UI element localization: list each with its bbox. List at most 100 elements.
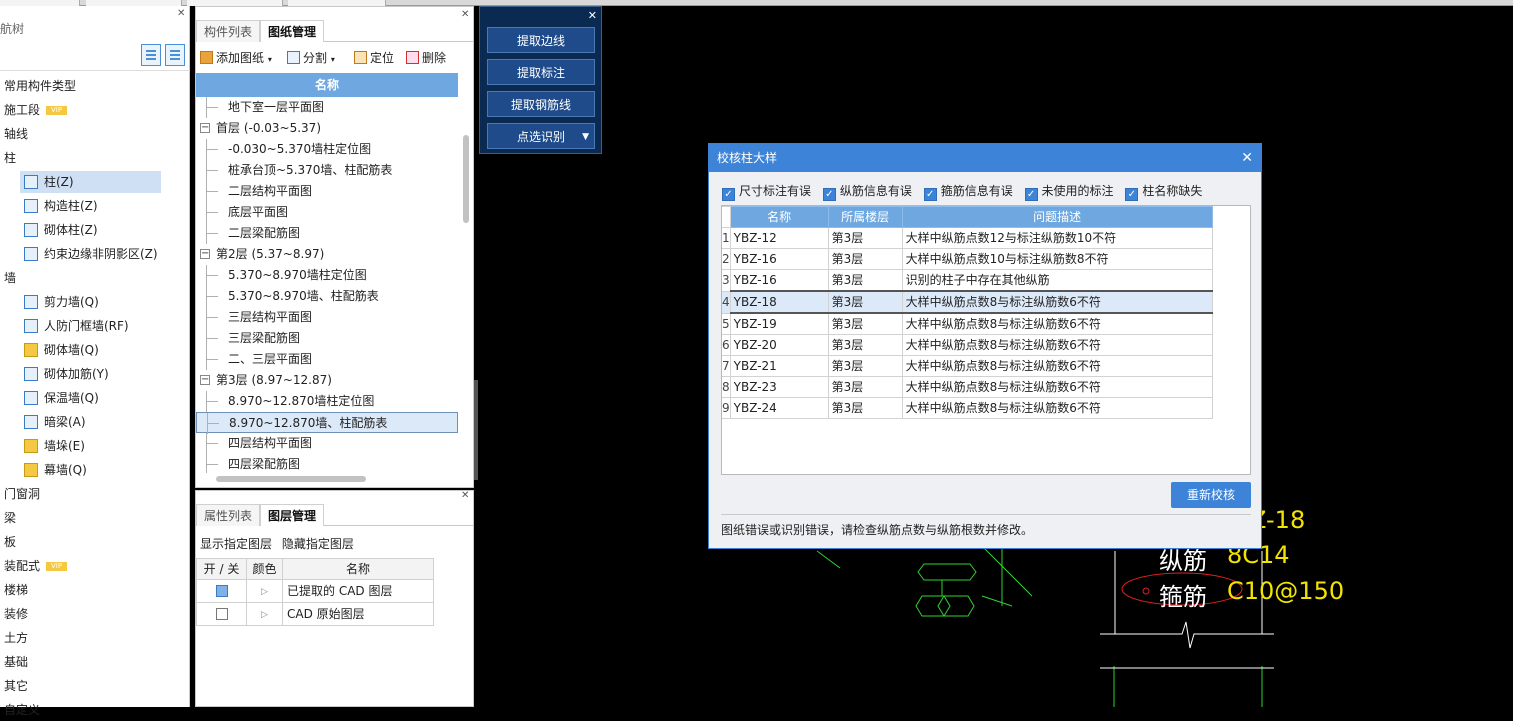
- nav-sub-masonry-wall[interactable]: 砌体墙(Q): [20, 339, 161, 361]
- list-view-icon[interactable]: [141, 44, 161, 66]
- collapse-icon[interactable]: −: [200, 123, 210, 133]
- problem-row[interactable]: 9 YBZ-24 第3层 大样中纵筋点数8与标注纵筋数6不符: [722, 397, 1213, 419]
- nav-sub-column[interactable]: 柱(Z): [20, 171, 161, 193]
- tree-item-drawing[interactable]: 地下室一层平面图: [196, 97, 458, 118]
- nav-item-axis[interactable]: 轴线: [4, 123, 28, 145]
- nav-item-decoration[interactable]: 装修: [4, 603, 28, 625]
- split-button[interactable]: 分割 ▾: [287, 49, 335, 67]
- checkbox-checked-icon[interactable]: ✓: [722, 188, 735, 201]
- tree-group-floor[interactable]: − 第3层 (8.97~12.87): [196, 370, 458, 391]
- hide-layer-button[interactable]: 隐藏指定图层: [282, 537, 354, 551]
- filter-unused-annotation[interactable]: ✓ 未使用的标注: [1024, 182, 1114, 201]
- extract-annotation-button[interactable]: 提取标注: [487, 59, 595, 85]
- nav-item-column[interactable]: 柱: [4, 147, 16, 169]
- close-icon[interactable]: ✕: [177, 9, 185, 19]
- filter-longitudinal-error[interactable]: ✓ 纵筋信息有误: [822, 182, 912, 201]
- problem-row[interactable]: 7 YBZ-21 第3层 大样中纵筋点数8与标注纵筋数6不符: [722, 355, 1213, 377]
- filter-missing-name[interactable]: ✓ 柱名称缺失: [1125, 182, 1202, 201]
- tree-item-drawing[interactable]: 5.370~8.970墙柱定位图: [196, 265, 458, 286]
- layer-row[interactable]: ▷ CAD 原始图层: [196, 602, 434, 626]
- nav-item-construction-section[interactable]: 施工段 VIP: [4, 99, 68, 121]
- layer-toggle-checkbox[interactable]: [215, 608, 228, 620]
- nav-item-slab[interactable]: 板: [4, 531, 16, 553]
- tree-item-drawing[interactable]: 二层结构平面图: [196, 181, 458, 202]
- vertical-scrollbar[interactable]: [463, 135, 469, 223]
- header-floor[interactable]: 所属楼层: [827, 206, 903, 228]
- tab-component-list[interactable]: 构件列表: [196, 20, 261, 42]
- tree-item-drawing[interactable]: 三层结构平面图: [196, 307, 458, 328]
- nav-item-wall[interactable]: 墙: [4, 267, 16, 289]
- collapse-icon[interactable]: −: [200, 249, 210, 259]
- nav-item-foundation[interactable]: 基础: [4, 651, 28, 673]
- nav-sub-structural-column[interactable]: 构造柱(Z): [20, 195, 161, 217]
- nav-sub-door-frame-wall[interactable]: 人防门框墙(RF): [20, 315, 161, 337]
- expand-triangle-icon[interactable]: ▷: [261, 587, 268, 597]
- nav-item-other[interactable]: 其它: [4, 675, 28, 697]
- extract-rebar-line-button[interactable]: 提取钢筋线: [487, 91, 595, 117]
- tree-item-drawing[interactable]: 底层平面图: [196, 202, 458, 223]
- nav-item-prefab[interactable]: 装配式 VIP: [4, 555, 68, 577]
- detail-view-icon[interactable]: [165, 44, 185, 66]
- checkbox-checked-icon[interactable]: ✓: [923, 188, 937, 201]
- nav-item-common-types[interactable]: 常用构件类型: [4, 75, 76, 97]
- tree-item-drawing[interactable]: 桩承台顶~5.370墙、柱配筋表: [196, 160, 458, 181]
- close-icon[interactable]: ✕: [461, 491, 469, 501]
- tree-item-drawing[interactable]: 二、三层平面图: [196, 349, 458, 370]
- tree-item-drawing[interactable]: 四层梁配筋图: [196, 454, 458, 473]
- add-drawing-button[interactable]: 添加图纸 ▾: [200, 49, 272, 67]
- nav-sub-shear-wall[interactable]: 剪力墙(Q): [20, 291, 161, 313]
- problem-row[interactable]: 3 YBZ-16 第3层 识别的柱子中存在其他纵筋: [722, 269, 1213, 292]
- tab-property-list[interactable]: 属性列表: [196, 504, 261, 526]
- nav-sub-edge-zone[interactable]: 约束边缘非阴影区(Z): [20, 243, 190, 265]
- layer-toggle-checkbox[interactable]: [215, 585, 228, 597]
- layer-row[interactable]: ▷ 已提取的 CAD 图层: [196, 579, 434, 603]
- tree-item-drawing[interactable]: 8.970~12.870墙柱定位图: [196, 391, 458, 412]
- close-icon[interactable]: ✕: [1241, 144, 1253, 172]
- nav-sub-hidden-beam[interactable]: 暗梁(A): [20, 411, 161, 433]
- tree-item-drawing[interactable]: 四层结构平面图: [196, 433, 458, 454]
- delete-button[interactable]: 删除: [406, 49, 446, 67]
- close-icon[interactable]: ✕: [461, 10, 469, 20]
- expand-triangle-icon[interactable]: ▷: [261, 610, 268, 620]
- extract-edge-button[interactable]: 提取边线: [487, 27, 595, 53]
- nav-item-beam[interactable]: 梁: [4, 507, 16, 529]
- tree-item-drawing[interactable]: 8.970~12.870墙、柱配筋表: [196, 412, 458, 434]
- nav-item-stairs[interactable]: 楼梯: [4, 579, 28, 601]
- collapse-icon[interactable]: −: [200, 375, 210, 385]
- horizontal-scrollbar[interactable]: [216, 476, 366, 482]
- tree-group-floor[interactable]: − 首层 (-0.03~5.37): [196, 118, 458, 139]
- tree-group-floor[interactable]: − 第2层 (5.37~8.97): [196, 244, 458, 265]
- panel-splitter[interactable]: [474, 380, 478, 480]
- problem-row[interactable]: 1 YBZ-12 第3层 大样中纵筋点数12与标注纵筋数10不符: [722, 227, 1213, 249]
- close-icon[interactable]: ✕: [588, 9, 597, 22]
- locate-button[interactable]: 定位: [354, 49, 394, 67]
- show-layer-button[interactable]: 显示指定图层: [200, 537, 272, 551]
- header-name[interactable]: 名称: [729, 206, 829, 228]
- nav-sub-curtain-wall[interactable]: 幕墙(Q): [20, 459, 161, 481]
- problem-row[interactable]: 8 YBZ-23 第3层 大样中纵筋点数8与标注纵筋数6不符: [722, 376, 1213, 398]
- problem-row[interactable]: 5 YBZ-19 第3层 大样中纵筋点数8与标注纵筋数6不符: [722, 312, 1213, 335]
- checkbox-checked-icon[interactable]: ✓: [1125, 188, 1139, 201]
- problem-row[interactable]: 6 YBZ-20 第3层 大样中纵筋点数8与标注纵筋数6不符: [722, 334, 1213, 356]
- filter-dimension-error[interactable]: ✓ 尺寸标注有误: [722, 182, 811, 201]
- point-recognize-button[interactable]: 点选识别 ▼: [487, 123, 595, 149]
- nav-item-earthwork[interactable]: 土方: [4, 627, 28, 649]
- tab-layer-management[interactable]: 图层管理: [260, 504, 325, 526]
- nav-sub-masonry-rebar[interactable]: 砌体加筋(Y): [20, 363, 161, 385]
- tree-item-drawing[interactable]: 5.370~8.970墙、柱配筋表: [196, 286, 458, 307]
- checkbox-checked-icon[interactable]: ✓: [822, 188, 836, 201]
- nav-sub-insulation-wall[interactable]: 保温墙(Q): [20, 387, 161, 409]
- nav-sub-wall-pier[interactable]: 墙垛(E): [20, 435, 161, 457]
- checkbox-checked-icon[interactable]: ✓: [1024, 188, 1038, 201]
- filter-stirrup-error[interactable]: ✓ 箍筋信息有误: [923, 182, 1013, 201]
- dialog-title-bar[interactable]: 校核柱大样 ✕: [709, 144, 1261, 172]
- tree-item-drawing[interactable]: 二层梁配筋图: [196, 223, 458, 244]
- tree-item-drawing[interactable]: -0.030~5.370墙柱定位图: [196, 139, 458, 160]
- nav-sub-masonry-column[interactable]: 砌体柱(Z): [20, 219, 161, 241]
- recheck-button[interactable]: 重新校核: [1171, 482, 1251, 508]
- nav-item-custom[interactable]: 自定义: [4, 699, 40, 721]
- tree-item-drawing[interactable]: 三层梁配筋图: [196, 328, 458, 349]
- nav-item-openings[interactable]: 门窗洞: [4, 483, 40, 505]
- problem-row[interactable]: 2 YBZ-16 第3层 大样中纵筋点数10与标注纵筋数8不符: [722, 248, 1213, 270]
- problem-row[interactable]: 4 YBZ-18 第3层 大样中纵筋点数8与标注纵筋数6不符: [722, 290, 1213, 314]
